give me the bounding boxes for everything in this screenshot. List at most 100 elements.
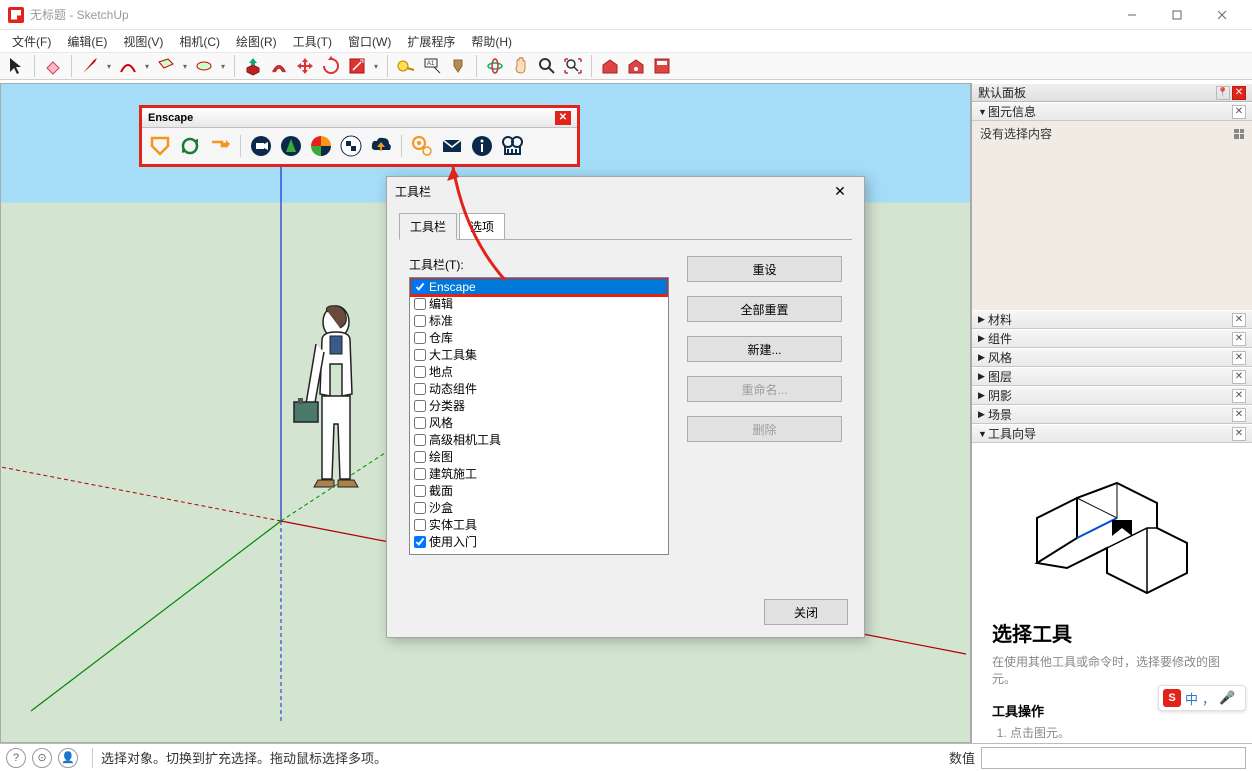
tab-toolbars[interactable]: 工具栏 [399,213,457,240]
enscape-toolbar[interactable]: Enscape ✕ [139,105,580,167]
list-checkbox[interactable] [414,400,426,412]
reset-all-button[interactable]: 全部重置 [687,296,842,322]
list-checkbox[interactable] [414,485,426,497]
list-item[interactable]: 沙盒 [410,499,668,516]
list-checkbox[interactable] [414,502,426,514]
enscape-sync-icon[interactable] [176,132,204,160]
menu-item[interactable]: 工具(T) [285,31,340,52]
rename-button[interactable]: 重命名... [687,376,842,402]
list-item[interactable]: 绘图 [410,448,668,465]
rotate-tool-icon[interactable] [319,54,343,78]
default-panel-header[interactable]: 默认面板 📍 ✕ [972,83,1252,102]
extension-warehouse-icon[interactable] [624,54,648,78]
close-icon[interactable]: ✕ [1232,408,1246,422]
list-checkbox[interactable] [414,468,426,480]
toolbars-listbox[interactable]: Enscape编辑标准仓库大工具集地点动态组件分类器风格高级相机工具绘图建筑施工… [409,277,669,555]
tab-options[interactable]: 选项 [459,213,505,240]
enscape-checker-icon[interactable] [337,132,365,160]
tape-tool-icon[interactable] [394,54,418,78]
ime-mic-icon[interactable]: 🎤 [1219,690,1235,706]
list-checkbox[interactable] [414,298,426,310]
enscape-license-icon[interactable] [498,132,526,160]
close-icon[interactable]: ✕ [1232,86,1246,100]
list-item[interactable]: 使用入门 [410,533,668,550]
collapsed-panel-header[interactable]: ▶材料✕ [972,310,1252,329]
menu-item[interactable]: 相机(C) [171,31,228,52]
new-button[interactable]: 新建... [687,336,842,362]
delete-button[interactable]: 删除 [687,416,842,442]
collapsed-panel-header[interactable]: ▶图层✕ [972,367,1252,386]
zoom-tool-icon[interactable] [535,54,559,78]
enscape-feedback-icon[interactable] [438,132,466,160]
enscape-start-icon[interactable] [146,132,174,160]
drag-icon[interactable] [1234,129,1244,139]
list-checkbox[interactable] [414,536,426,548]
list-item[interactable]: 大工具集 [410,346,668,363]
close-icon[interactable]: ✕ [1232,332,1246,346]
instructor-header[interactable]: ▼ 工具向导 ✕ [972,424,1252,443]
pin-icon[interactable]: 📍 [1216,86,1230,100]
measurement-input[interactable] [981,747,1246,769]
list-item[interactable]: Enscape [410,278,668,295]
list-item[interactable]: 编辑 [410,295,668,312]
collapsed-panel-header[interactable]: ▶场景✕ [972,405,1252,424]
line-tool-icon[interactable] [78,54,102,78]
list-checkbox[interactable] [414,451,426,463]
enscape-video-icon[interactable] [247,132,275,160]
pushpull-tool-icon[interactable] [241,54,265,78]
menu-item[interactable]: 文件(F) [4,31,59,52]
entity-info-header[interactable]: ▼ 图元信息 ✕ [972,102,1252,121]
zoom-extents-icon[interactable] [561,54,585,78]
warehouse-icon[interactable] [598,54,622,78]
menu-item[interactable]: 扩展程序 [399,31,463,52]
collapsed-panel-header[interactable]: ▶组件✕ [972,329,1252,348]
close-button[interactable] [1199,1,1244,29]
close-icon[interactable]: ✕ [1232,427,1246,441]
scale-tool-icon[interactable] [345,54,369,78]
close-icon[interactable]: ✕ [824,179,856,203]
list-item[interactable]: 分类器 [410,397,668,414]
enscape-toolbar-title[interactable]: Enscape ✕ [142,108,577,128]
ime-toolbar[interactable]: S 中 ， 🎤 [1158,685,1246,711]
enscape-material-icon[interactable] [307,132,335,160]
ime-mode[interactable]: 中 [1185,689,1198,708]
list-item[interactable]: 地点 [410,363,668,380]
list-checkbox[interactable] [414,366,426,378]
pan-tool-icon[interactable] [509,54,533,78]
rectangle-tool-icon[interactable] [154,54,178,78]
help-icon[interactable]: ? [6,748,26,768]
close-icon[interactable]: ✕ [1232,370,1246,384]
list-checkbox[interactable] [414,315,426,327]
paint-tool-icon[interactable] [446,54,470,78]
enscape-settings-icon[interactable] [408,132,436,160]
dialog-close-button[interactable]: 关闭 [764,599,848,625]
list-item[interactable]: 风格 [410,414,668,431]
credits-icon[interactable]: 👤 [58,748,78,768]
list-item[interactable]: 建筑施工 [410,465,668,482]
move-tool-icon[interactable] [293,54,317,78]
ime-punct[interactable]: ， [1202,689,1215,708]
menu-item[interactable]: 帮助(H) [463,31,520,52]
list-checkbox[interactable] [414,519,426,531]
offset-tool-icon[interactable] [267,54,291,78]
list-item[interactable]: 标准 [410,312,668,329]
menu-item[interactable]: 视图(V) [115,31,171,52]
select-tool-icon[interactable] [4,54,28,78]
circle-tool-icon[interactable] [192,54,216,78]
close-icon[interactable]: ✕ [1232,105,1246,119]
minimize-button[interactable] [1109,1,1154,29]
eraser-tool-icon[interactable] [41,54,65,78]
list-item[interactable]: 高级相机工具 [410,431,668,448]
close-icon[interactable]: ✕ [1232,389,1246,403]
reset-button[interactable]: 重设 [687,256,842,282]
close-icon[interactable]: ✕ [1232,313,1246,327]
list-checkbox[interactable] [414,417,426,429]
close-icon[interactable]: ✕ [1232,351,1246,365]
list-item[interactable]: 仓库 [410,329,668,346]
geolocation-icon[interactable]: ⊙ [32,748,52,768]
list-checkbox[interactable] [414,332,426,344]
list-checkbox[interactable] [414,434,426,446]
menu-item[interactable]: 编辑(E) [59,31,115,52]
list-item[interactable]: 实体工具 [410,516,668,533]
arc-tool-icon[interactable] [116,54,140,78]
